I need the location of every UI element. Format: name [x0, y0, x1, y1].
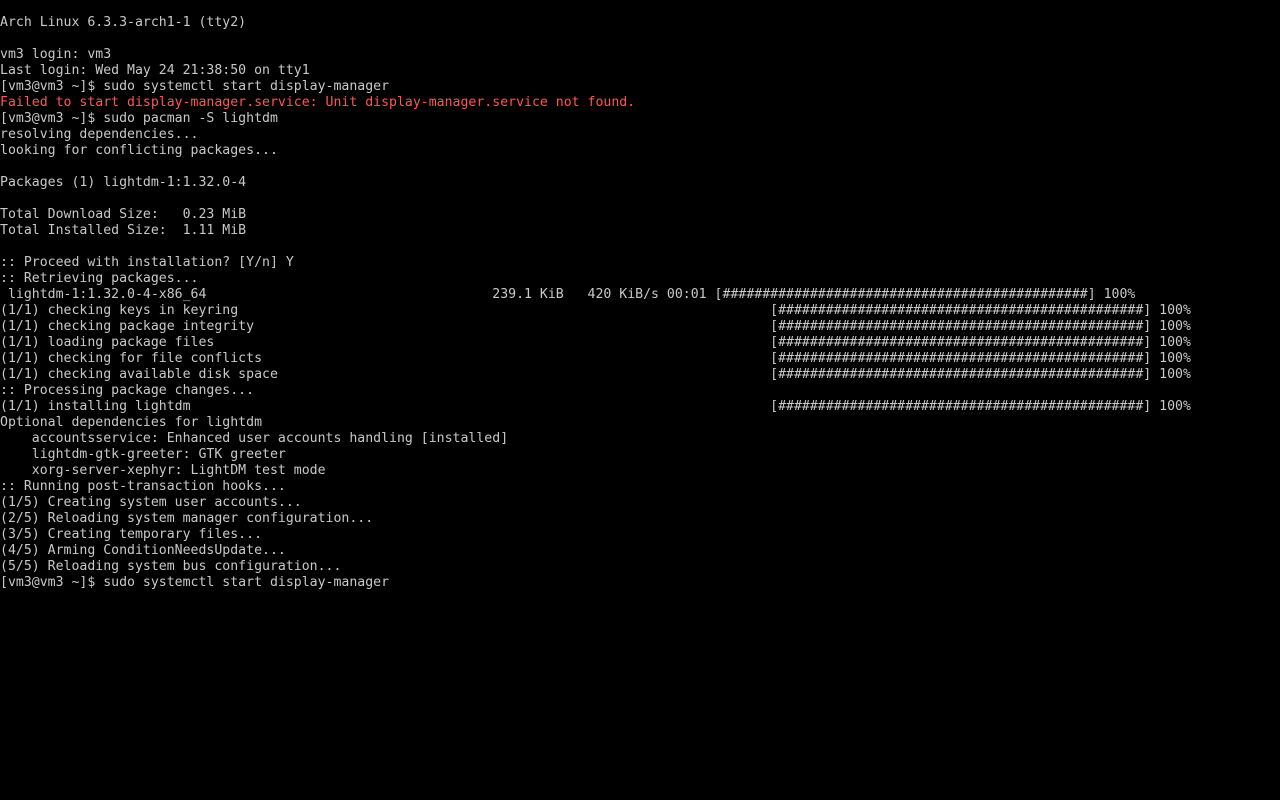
console-line: Arch Linux 6.3.3-arch1-1 (tty2) — [0, 15, 247, 30]
console-line: xorg-server-xephyr: LightDM test mode — [0, 463, 326, 478]
console-line: Packages (1) lightdm-1:1.32.0-4 — [0, 175, 247, 190]
console-line: :: Proceed with installation? [Y/n] Y — [0, 255, 294, 270]
console-line: vm3 login: vm3 — [0, 47, 112, 62]
progress-line: (1/1) installing lightdm [##############… — [0, 399, 1191, 414]
progress-line: (1/1) checking keys in keyring [########… — [0, 303, 1191, 318]
progress-line: (1/1) loading package files [###########… — [0, 335, 1191, 350]
console-line: (1/5) Creating system user accounts... — [0, 495, 302, 510]
console-output: Arch Linux 6.3.3-arch1-1 (tty2) vm3 login… — [0, 15, 1280, 591]
console-line: (4/5) Arming ConditionNeedsUpdate... — [0, 543, 286, 558]
console-line: accountsservice: Enhanced user accounts … — [0, 431, 509, 446]
console-line: Total Download Size: 0.23 MiB — [0, 207, 247, 222]
console-line: (3/5) Creating temporary files... — [0, 527, 263, 542]
tty-console-screen[interactable]: Arch Linux 6.3.3-arch1-1 (tty2) vm3 login… — [0, 0, 1280, 800]
shell-prompt-line: [vm3@vm3 ~]$ sudo systemctl start displa… — [0, 575, 390, 590]
console-line: :: Retrieving packages... — [0, 271, 199, 286]
progress-line: (1/1) checking available disk space [###… — [0, 367, 1191, 382]
progress-line: lightdm-1:1.32.0-4-x86_64 239.1 KiB 420 … — [0, 287, 1136, 302]
console-line: Optional dependencies for lightdm — [0, 415, 263, 430]
console-line: (2/5) Reloading system manager configura… — [0, 511, 374, 526]
console-line: (5/5) Reloading system bus configuration… — [0, 559, 342, 574]
console-line: lightdm-gtk-greeter: GTK greeter — [0, 447, 286, 462]
console-line: :: Processing package changes... — [0, 383, 255, 398]
progress-line: (1/1) checking for file conflicts [#####… — [0, 351, 1191, 366]
shell-prompt-line: [vm3@vm3 ~]$ sudo systemctl start displa… — [0, 79, 390, 94]
console-line: :: Running post-transaction hooks... — [0, 479, 286, 494]
console-line: Total Installed Size: 1.11 MiB — [0, 223, 247, 238]
shell-prompt-line: [vm3@vm3 ~]$ sudo pacman -S lightdm — [0, 111, 278, 126]
console-line: Last login: Wed May 24 21:38:50 on tty1 — [0, 63, 310, 78]
error-message-line: Failed to start display-manager.service:… — [0, 95, 636, 110]
console-line: looking for conflicting packages... — [0, 143, 278, 158]
console-line: resolving dependencies... — [0, 127, 199, 142]
progress-line: (1/1) checking package integrity [######… — [0, 319, 1191, 334]
